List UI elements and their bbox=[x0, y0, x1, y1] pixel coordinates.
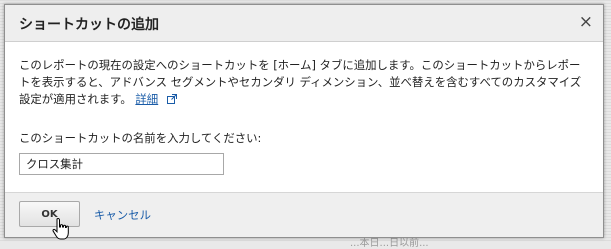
add-shortcut-dialog: ショートカットの追加 × このレポートの現在の設定へのショートカットを [ホーム… bbox=[4, 4, 604, 238]
dialog-footer: OK キャンセル bbox=[5, 192, 603, 237]
dialog-titlebar: ショートカットの追加 × bbox=[5, 5, 603, 42]
shortcut-name-input[interactable] bbox=[19, 153, 224, 175]
cancel-link[interactable]: キャンセル bbox=[94, 207, 151, 223]
external-link-icon[interactable] bbox=[166, 94, 177, 104]
dialog-title: ショートカットの追加 bbox=[19, 17, 159, 33]
description-text: このレポートの現在の設定へのショートカットを [ホーム] タブに追加します。この… bbox=[19, 58, 582, 106]
dialog-description: このレポートの現在の設定へのショートカットを [ホーム] タブに追加します。この… bbox=[19, 57, 591, 108]
shortcut-name-label: このショートカットの名前を入力してください: bbox=[19, 131, 262, 145]
details-link[interactable]: 詳細 bbox=[135, 92, 158, 106]
close-icon[interactable]: × bbox=[579, 12, 593, 32]
hand-cursor-icon bbox=[52, 218, 69, 240]
ok-button[interactable]: OK bbox=[19, 201, 80, 227]
